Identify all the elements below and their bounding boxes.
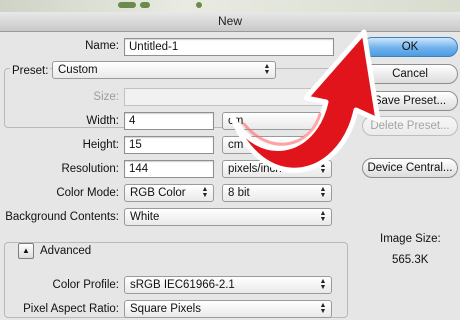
triangle-up-icon[interactable]: ▲ [18, 243, 34, 259]
resolution-label: Resolution: [61, 163, 119, 175]
updown-arrows-icon: ▲▼ [319, 302, 327, 315]
advanced-label: Advanced [40, 245, 92, 257]
color-profile-select[interactable]: sRGB IEC61966-2.1 ▲ ▼ [124, 276, 332, 294]
color-mode-select[interactable]: RGB Color ▲ ▼ [124, 184, 214, 202]
updown-arrows-icon: ▲▼ [319, 278, 327, 291]
color-mode-label: Color Mode: [56, 187, 119, 199]
pixel-aspect-ratio-value: Square Pixels [130, 303, 201, 315]
background-shape [118, 2, 136, 8]
resolution-input[interactable]: 144 [124, 160, 214, 178]
background-shape [196, 2, 202, 8]
background-contents-value: White [130, 211, 160, 223]
arrow-shape [229, 29, 381, 173]
updown-arrows-icon: ▲▼ [319, 210, 327, 223]
width-input[interactable]: 4 [124, 112, 214, 130]
updown-arrows-icon: ▲▼ [201, 186, 209, 199]
color-profile-value: sRGB IEC61966-2.1 [130, 279, 235, 291]
background-strip [0, 0, 460, 12]
preset-value: Custom [58, 64, 98, 76]
pixel-aspect-ratio-label: Pixel Aspect Ratio: [23, 303, 119, 315]
background-contents-select[interactable]: White ▲ ▼ [124, 208, 332, 226]
image-size-label: Image Size: [380, 233, 441, 245]
size-label: Size: [93, 91, 119, 103]
color-profile-label: Color Profile: [52, 279, 119, 291]
name-label: Name: [85, 40, 119, 52]
bit-depth-value: 8 bit [228, 187, 250, 199]
curved-arrow-icon [229, 29, 381, 173]
image-size-value: 565.3K [392, 254, 429, 266]
height-label: Height: [82, 139, 119, 151]
width-label: Width: [86, 115, 119, 127]
color-mode-value: RGB Color [130, 187, 186, 199]
preset-label: Preset: [10, 65, 51, 77]
background-contents-label: Background Contents: [5, 211, 119, 223]
height-input[interactable]: 15 [124, 136, 214, 154]
background-shape [140, 2, 150, 8]
pixel-aspect-ratio-select[interactable]: Square Pixels ▲ ▼ [124, 300, 332, 318]
